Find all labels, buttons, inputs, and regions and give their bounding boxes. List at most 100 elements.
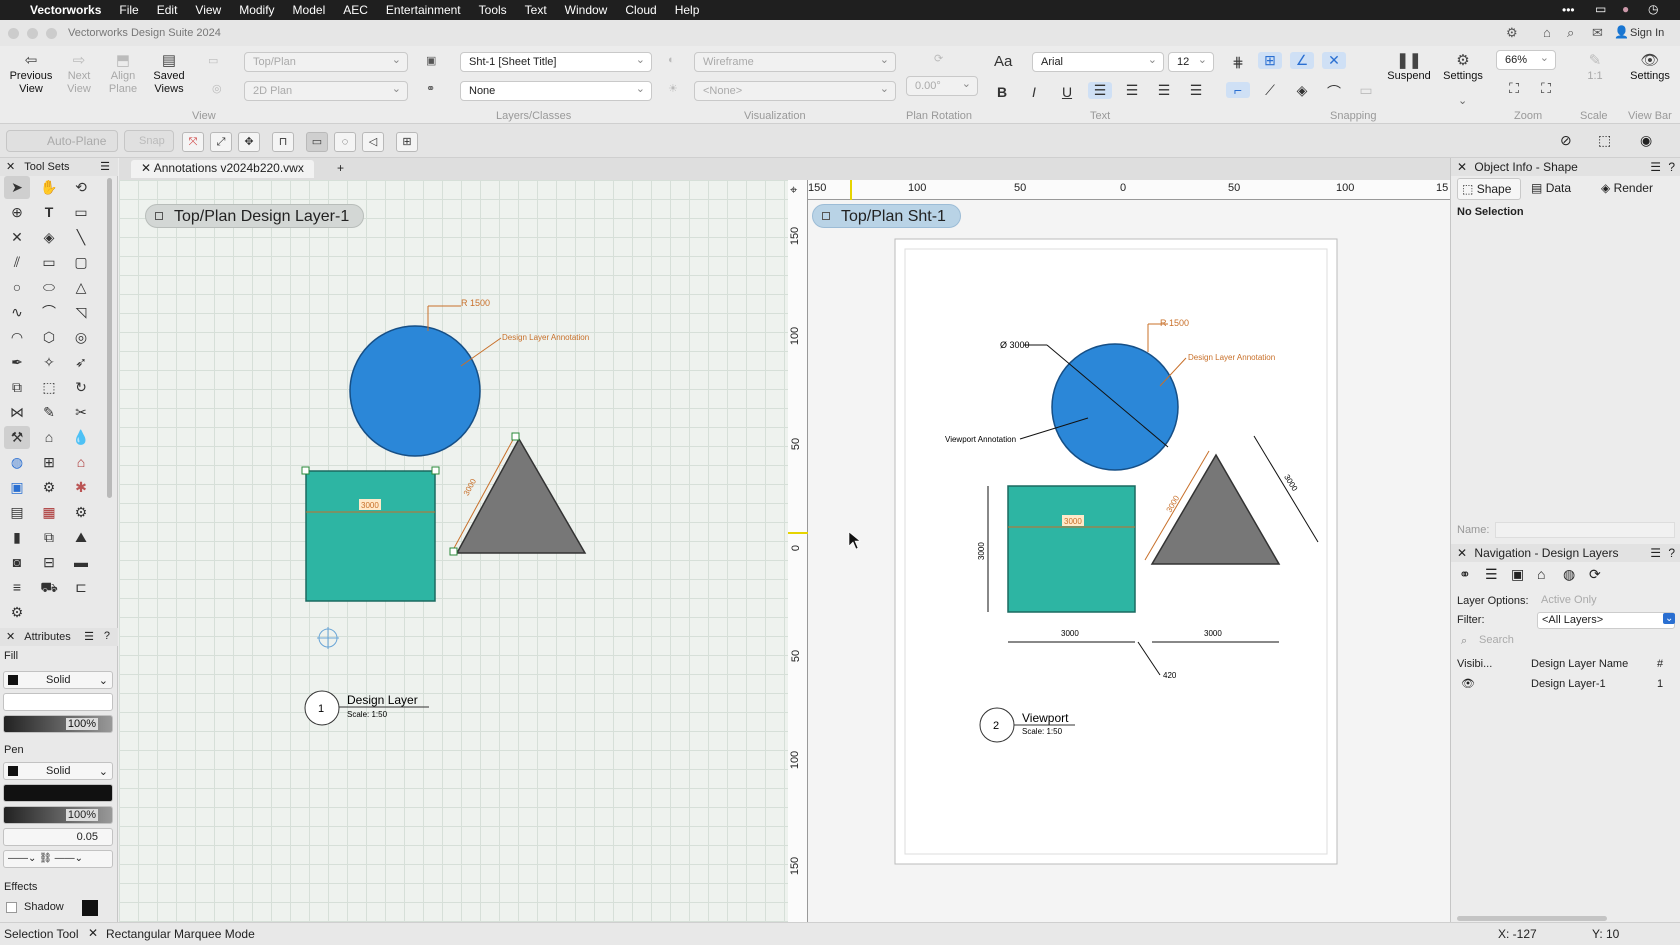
piping-set-icon[interactable]: ⧉ <box>36 526 62 549</box>
polygon-marquee-icon[interactable]: ◁ <box>362 132 384 152</box>
layer-search-input[interactable]: Search <box>1457 633 1675 650</box>
plants-set-icon[interactable]: ⊟ <box>36 551 62 574</box>
close-icon[interactable]: ✕ <box>88 926 98 940</box>
zoom-field[interactable]: 66% <box>1496 50 1556 70</box>
close-tab-icon[interactable]: ✕ <box>141 161 151 175</box>
snap-point-icon[interactable]: ◈ <box>1290 82 1314 99</box>
flyover-tool-icon[interactable]: ⟲ <box>68 176 94 199</box>
bold-icon[interactable]: B <box>990 84 1014 100</box>
menu-modify[interactable]: Modify <box>239 3 274 17</box>
visualization-set-icon[interactable]: ◍ <box>4 451 30 474</box>
snap-intersection-icon[interactable]: ✕ <box>1322 52 1346 69</box>
mirror-tool-icon[interactable]: ⧉ <box>4 376 30 399</box>
menu-model[interactable]: Model <box>293 3 326 17</box>
snap-grid-icon[interactable]: ⋕ <box>1226 54 1250 71</box>
snap-object-icon[interactable]: ⊞ <box>1258 52 1282 69</box>
delete-tool-icon[interactable]: ✕ <box>4 226 30 249</box>
circle-tool-icon[interactable]: ○ <box>4 276 30 299</box>
eyedropper-tool-icon[interactable]: ✒ <box>4 351 30 374</box>
scale-button[interactable]: ✎ 1:1 <box>1580 52 1610 83</box>
close-icon[interactable]: ✕ <box>1457 160 1467 174</box>
suspend-button[interactable]: ❚❚ Suspend <box>1384 52 1434 83</box>
pen-style-select[interactable]: Solid ⌄ <box>3 762 113 780</box>
trim-tool-icon[interactable]: ✂ <box>68 401 94 424</box>
custom-set-icon[interactable]: ⚙ <box>4 601 30 624</box>
tab-render[interactable]: ◈ Render <box>1597 178 1669 200</box>
font-style-icon[interactable]: Aa <box>994 53 1012 70</box>
rectangular-marquee-icon[interactable]: ▭ <box>306 132 328 152</box>
menu-entertainment[interactable]: Entertainment <box>386 3 461 17</box>
blue-circle[interactable] <box>349 325 481 457</box>
shear-tool-icon[interactable]: ⬚ <box>36 376 62 399</box>
menu-edit[interactable]: Edit <box>157 3 178 17</box>
snap-tangent-icon[interactable]: ⟋ <box>1258 82 1282 99</box>
next-view-button[interactable]: ⇨ Next View <box>58 52 100 96</box>
help-icon[interactable]: ? <box>1668 546 1675 560</box>
building-shell-set-icon[interactable]: ⌂ <box>36 426 62 449</box>
snap-edge-icon[interactable]: ⌒ <box>1322 82 1346 102</box>
previous-view-button[interactable]: ⇦ Previous View <box>6 52 56 96</box>
justify-icon[interactable]: ☰ <box>1184 82 1208 99</box>
fill-style-select[interactable]: Solid ⌄ <box>3 671 113 689</box>
saved-views-button[interactable]: ▤ Saved Views <box>146 52 192 96</box>
help-icon[interactable]: ? <box>1668 160 1675 174</box>
fit-to-objects-icon[interactable]: ⛶ <box>1534 80 1558 97</box>
visibility-eye-icon[interactable]: 👁 <box>1461 677 1475 690</box>
app-menu[interactable]: Vectorworks <box>30 3 101 17</box>
menu-icon[interactable]: ☰ <box>1650 160 1661 174</box>
snap-loci-icon[interactable]: ⤧ <box>182 132 204 152</box>
font-size-select[interactable]: 12 <box>1168 52 1214 72</box>
visibility-tool-icon[interactable]: ➶ <box>68 351 94 374</box>
callout-tool-icon[interactable]: ▭ <box>68 201 94 224</box>
col-name-header[interactable]: Design Layer Name <box>1531 658 1628 670</box>
selection-settings-icon[interactable]: ⊞ <box>396 132 418 152</box>
rotate-tool-icon[interactable]: ↻ <box>68 376 94 399</box>
furniture-set-icon[interactable]: ⌂ <box>68 451 94 474</box>
fasteners-set-icon[interactable]: ⚙ <box>36 476 62 499</box>
chevron-down-icon[interactable]: ⌄ <box>1458 94 1467 107</box>
render-select[interactable]: 2D Plan <box>244 81 408 101</box>
filter-select[interactable]: <All Layers> <box>1537 612 1675 629</box>
snap-toggle[interactable]: Snap <box>124 130 174 152</box>
dimension-tool-icon[interactable]: ◈ <box>36 226 62 249</box>
lasso-icon[interactable]: ◌ <box>334 132 356 152</box>
rectangle-tool-icon[interactable]: ▭ <box>36 251 62 274</box>
auto-plane-toggle[interactable]: Auto-Plane <box>6 130 118 152</box>
view-bar-settings-button[interactable]: 👁 Settings <box>1624 52 1676 83</box>
menu-help[interactable]: Help <box>675 3 700 17</box>
spotlight-set-icon[interactable]: ▤ <box>4 501 30 524</box>
close-icon[interactable]: ✕ <box>6 631 15 643</box>
handle[interactable] <box>511 432 520 441</box>
clock-icon[interactable]: ◷ <box>1648 2 1658 16</box>
align-right-icon[interactable]: ☰ <box>1152 82 1176 99</box>
truss-set-icon[interactable]: ≡ <box>4 576 30 599</box>
double-line-tool-icon[interactable]: ⫽ <box>4 251 30 274</box>
plane-icon[interactable]: ⬚ <box>1598 132 1611 149</box>
nav-sheet-layers-icon[interactable]: ▣ <box>1511 566 1524 583</box>
teal-rectangle[interactable] <box>305 470 436 602</box>
text-tool-icon[interactable]: T <box>36 201 62 224</box>
more-menu-icon[interactable]: ••• <box>1562 3 1575 17</box>
col-number-header[interactable]: # <box>1657 658 1663 670</box>
design-layer-canvas[interactable]: Top/Plan Design Layer-1 R 1500 Design La… <box>119 180 788 922</box>
door-set-icon[interactable]: ▮ <box>4 526 30 549</box>
add-tab-button[interactable]: + <box>337 161 344 175</box>
name-field[interactable] <box>1495 522 1675 538</box>
view-select[interactable]: Top/Plan <box>244 52 408 72</box>
detailing-set-icon[interactable]: ⊞ <box>36 451 62 474</box>
palette-scrollbar[interactable] <box>107 178 112 498</box>
layer-select[interactable]: Sht-1 [Sheet Title] <box>460 52 652 72</box>
menu-view[interactable]: View <box>195 3 221 17</box>
nav-design-layers-icon[interactable]: ☰ <box>1485 566 1498 583</box>
handle[interactable] <box>449 547 458 556</box>
spiral-tool-icon[interactable]: ◎ <box>68 326 94 349</box>
nav-classes-icon[interactable]: ⚭ <box>1459 566 1471 583</box>
nav-viewports-icon[interactable]: ⌂ <box>1537 566 1545 582</box>
sheet-layer-canvas[interactable]: Ø 3000 R 1500 Design Layer Annotation Vi… <box>788 180 1450 922</box>
snap-distance-icon[interactable]: ⌐ <box>1226 82 1250 98</box>
menu-aec[interactable]: AEC <box>343 3 368 17</box>
render-mode-select[interactable]: Wireframe <box>694 52 896 72</box>
line-weight-select[interactable]: 0.05 <box>3 828 113 846</box>
vehicle-set-icon[interactable]: ⛟ <box>36 576 62 599</box>
menu-text[interactable]: Text <box>525 3 547 17</box>
